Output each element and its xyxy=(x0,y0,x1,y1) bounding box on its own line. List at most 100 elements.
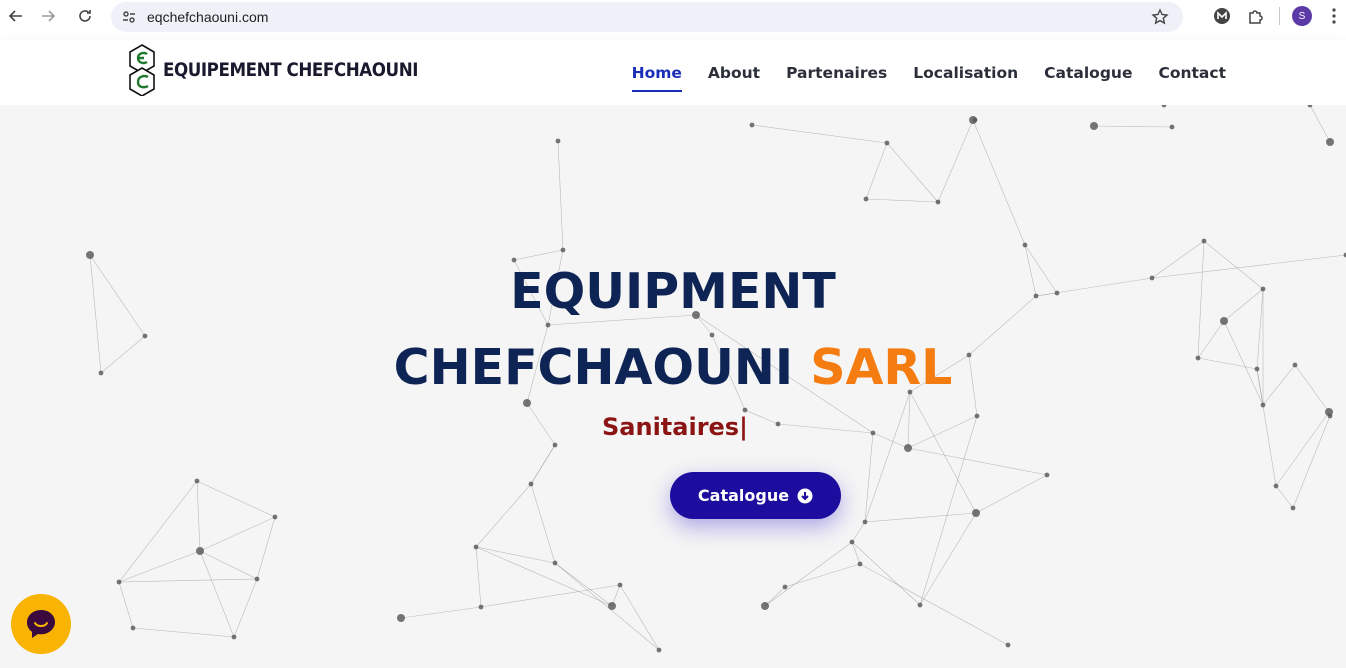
network-node xyxy=(116,579,122,585)
network-node xyxy=(196,547,204,555)
site-header: EQUIPEMENT CHEFCHAOUNI Home About Parten… xyxy=(0,40,1346,105)
network-line xyxy=(937,119,974,203)
network-line xyxy=(475,546,556,564)
chat-bubble-icon xyxy=(27,610,55,638)
network-line xyxy=(557,140,564,251)
network-node xyxy=(1161,105,1167,108)
network-node xyxy=(1022,242,1028,248)
network-node xyxy=(608,602,616,610)
network-node xyxy=(863,196,869,202)
network-line xyxy=(1093,125,1173,128)
network-line xyxy=(118,578,258,583)
back-arrow-icon[interactable] xyxy=(0,0,32,32)
network-line xyxy=(475,546,482,608)
hero-title-main: CHEFCHAOUNI xyxy=(393,339,794,396)
logo-text: EQUIPEMENT CHEFCHAOUNI xyxy=(163,59,419,81)
profile-avatar[interactable]: S xyxy=(1292,6,1312,26)
network-node xyxy=(194,478,200,484)
network-node xyxy=(775,421,781,427)
nav-contact[interactable]: Contact xyxy=(1158,60,1226,86)
nav-catalogue[interactable]: Catalogue xyxy=(1044,60,1132,86)
network-node xyxy=(742,407,748,413)
network-line xyxy=(851,541,921,606)
network-node xyxy=(749,122,755,128)
network-line xyxy=(864,512,977,523)
bookmark-star-icon[interactable] xyxy=(1151,8,1169,26)
network-node xyxy=(560,247,566,253)
network-node xyxy=(473,544,479,550)
network-line xyxy=(907,447,1048,476)
network-node xyxy=(272,514,278,520)
network-line xyxy=(865,198,939,203)
network-line xyxy=(865,142,888,200)
network-line xyxy=(132,627,235,638)
network-node xyxy=(974,413,980,419)
browser-toolbar: eqchefchaouni.com S xyxy=(0,0,1346,40)
network-node xyxy=(1327,413,1333,419)
extension-m-icon[interactable] xyxy=(1205,0,1239,32)
hero-section: EQUIPMENT CHEFCHAOUNI SARL Sanitaires| C… xyxy=(0,105,1346,668)
network-node xyxy=(917,602,923,608)
network-node xyxy=(782,584,788,590)
network-line xyxy=(530,444,556,485)
reload-icon[interactable] xyxy=(69,0,101,32)
network-node xyxy=(1201,238,1207,244)
network-line xyxy=(744,409,779,425)
network-node xyxy=(884,140,890,146)
kebab-menu-icon[interactable] xyxy=(1322,0,1346,32)
network-node xyxy=(1273,483,1279,489)
site-settings-icon[interactable] xyxy=(121,9,137,25)
network-line xyxy=(118,581,134,629)
nav-localisation[interactable]: Localisation xyxy=(913,60,1018,86)
network-node xyxy=(656,647,662,653)
hero-title-line1: EQUIPMENT xyxy=(510,263,836,320)
network-node xyxy=(1326,138,1334,146)
network-node xyxy=(862,519,868,525)
network-line xyxy=(199,550,258,580)
network-node xyxy=(1005,642,1011,648)
network-line xyxy=(907,415,978,449)
hero-title-line2: CHEFCHAOUNI SARL xyxy=(0,329,1346,407)
network-node xyxy=(972,117,978,123)
network-line xyxy=(864,432,874,523)
network-line xyxy=(554,562,613,607)
hero-title-accent: SARL xyxy=(810,339,953,396)
network-line xyxy=(919,512,977,606)
address-bar[interactable]: eqchefchaouni.com xyxy=(111,2,1183,32)
network-node xyxy=(552,442,558,448)
network-line xyxy=(1309,105,1331,143)
nav-about[interactable]: About xyxy=(708,60,760,86)
network-node xyxy=(130,625,136,631)
network-node xyxy=(1290,505,1296,511)
network-line xyxy=(400,606,482,619)
network-line xyxy=(1275,485,1294,509)
network-node xyxy=(1169,124,1175,130)
network-node xyxy=(904,444,912,452)
network-node xyxy=(231,634,237,640)
site-logo[interactable]: EQUIPEMENT CHEFCHAOUNI xyxy=(127,44,453,96)
nav-home[interactable]: Home xyxy=(631,60,683,92)
catalogue-button[interactable]: Catalogue xyxy=(670,472,841,519)
forward-arrow-icon[interactable] xyxy=(32,0,64,32)
network-line xyxy=(764,586,786,607)
catalogue-button-label: Catalogue xyxy=(697,486,790,505)
network-node xyxy=(254,576,260,582)
toolbar-divider xyxy=(1279,7,1280,25)
network-node xyxy=(870,430,876,436)
network-line xyxy=(554,562,660,651)
logo-hexagon-icon xyxy=(129,44,155,96)
network-line xyxy=(233,578,258,638)
network-line xyxy=(1292,415,1331,509)
extensions-puzzle-icon[interactable] xyxy=(1239,0,1273,32)
network-line xyxy=(777,423,874,434)
arrow-down-circle-icon xyxy=(797,488,813,503)
network-line xyxy=(886,142,939,203)
network-node xyxy=(397,614,405,622)
network-node xyxy=(1090,122,1098,130)
hero-typed-subtitle: Sanitaires| xyxy=(602,413,748,441)
nav-partenaires[interactable]: Partenaires xyxy=(786,60,887,86)
chat-widget-button[interactable] xyxy=(11,594,71,654)
network-line xyxy=(199,516,276,552)
network-node xyxy=(849,539,855,545)
main-nav: Home About Partenaires Localisation Cata… xyxy=(606,40,1226,105)
